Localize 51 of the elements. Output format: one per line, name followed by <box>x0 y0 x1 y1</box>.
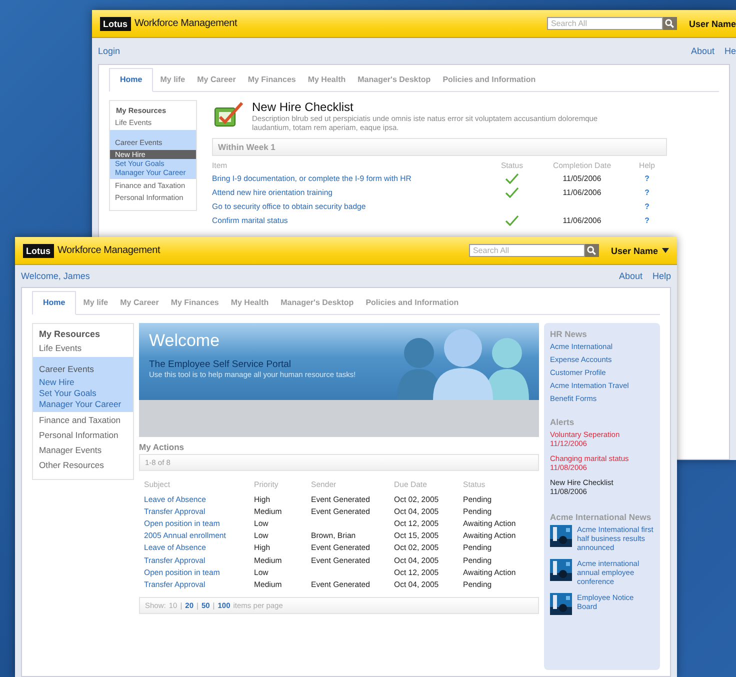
logo: Lotus <box>23 244 54 258</box>
nav-tab[interactable]: My life <box>78 293 114 314</box>
header-link[interactable]: About <box>690 46 714 56</box>
sidebar-subitem[interactable]: Manager Your Career <box>33 399 133 410</box>
section-header: Within Week 1 <box>212 138 667 156</box>
nav-tab[interactable]: Policies and Information <box>360 293 464 314</box>
user-menu[interactable]: User Name <box>610 246 669 256</box>
greeting-link[interactable]: Welcome, James <box>21 271 90 281</box>
sidebar-item[interactable]: Personal Information <box>33 428 133 443</box>
nav-tab[interactable]: Policies and Information <box>438 70 541 91</box>
sidebar-subitem[interactable]: Set Your Goals <box>33 388 133 399</box>
search-icon <box>665 19 674 28</box>
nav-tab[interactable]: My Finances <box>242 70 301 91</box>
header-link[interactable]: He <box>724 46 736 56</box>
section-title: My Actions <box>139 442 186 452</box>
sidebar-item[interactable]: Life Events <box>33 341 133 356</box>
sidebar-item[interactable]: Other Resources <box>33 458 133 473</box>
panel-heading: Acme International News <box>550 512 652 522</box>
nav-tab[interactable]: My life <box>155 70 190 91</box>
nav-tab[interactable]: Manager's Desktop <box>352 70 436 91</box>
caret-icon <box>662 248 669 253</box>
checklist-title: New Hire Checklist <box>252 100 354 114</box>
header-link[interactable]: About <box>618 271 642 281</box>
panel-heading: Alerts <box>550 417 576 427</box>
header-link[interactable]: Help <box>652 271 671 281</box>
banner-title: Welcome <box>149 331 221 351</box>
search-button[interactable] <box>662 17 677 30</box>
sidebar-item[interactable]: Career Events <box>33 362 100 377</box>
app-title: Workforce Management <box>58 245 160 256</box>
panel-heading: HR News <box>550 329 588 339</box>
logo: Lotus <box>100 16 130 30</box>
search-button[interactable] <box>584 244 599 257</box>
app-title: Workforce Management <box>134 18 238 29</box>
sidebar-item[interactable]: Manager Events <box>33 443 133 458</box>
nav-tab[interactable]: My Career <box>192 70 241 91</box>
nav-tab[interactable]: My Health <box>226 293 274 314</box>
nav-tab[interactable]: My Career <box>115 293 164 314</box>
sidebar-heading: My Resources <box>38 328 102 341</box>
sidebar-subitem[interactable]: New Hire <box>33 377 133 388</box>
nav-tab[interactable]: Manager's Desktop <box>276 293 359 314</box>
banner-subtitle: The Employee Self Service Portal <box>149 359 292 370</box>
search-field[interactable]: Search All <box>468 244 585 257</box>
nav-tab[interactable]: Home <box>32 291 76 315</box>
sidebar-item[interactable]: Finance and Taxation <box>33 413 133 428</box>
search-icon <box>587 246 596 255</box>
search-field[interactable]: Search All <box>546 17 663 30</box>
nav-tab[interactable]: My Health <box>302 70 351 91</box>
greeting-link[interactable]: Login <box>98 46 120 56</box>
nav-tab[interactable]: My Finances <box>166 293 224 314</box>
user-menu[interactable]: User Name <box>688 18 736 28</box>
nav-tab[interactable]: Home <box>109 68 154 92</box>
